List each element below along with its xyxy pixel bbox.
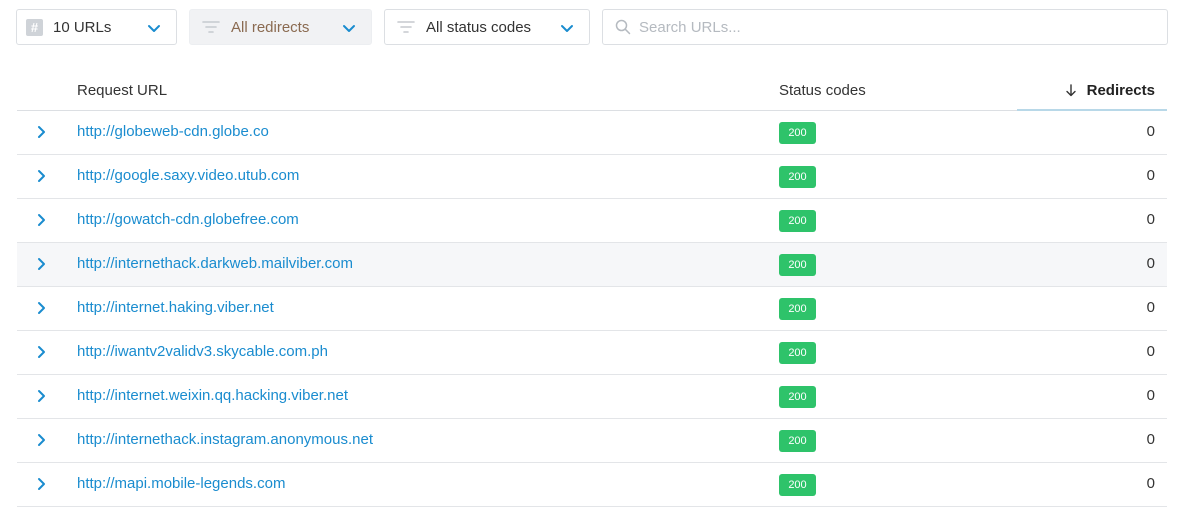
request-url-link[interactable]: http://google.saxy.video.utub.com (77, 167, 299, 184)
redirects-filter-select[interactable]: All redirects (189, 9, 372, 45)
status-code-badge: 200 (779, 298, 816, 320)
status-code-badge: 200 (779, 386, 816, 408)
table-row[interactable]: http://globeweb-cdn.globe.co 200 0 (17, 111, 1167, 155)
redirects-filter-label: All redirects (231, 18, 310, 36)
chevron-right-icon[interactable] (35, 345, 47, 359)
table-row[interactable]: http://mapi.mobile-legends.com 200 0 (17, 463, 1167, 507)
chevron-right-icon[interactable] (35, 257, 47, 271)
url-count-label: 10 URLs (53, 18, 112, 36)
request-url-link[interactable]: http://iwantv2validv3.skycable.com.ph (77, 343, 328, 360)
table-body: http://globeweb-cdn.globe.co 200 0 http://g… (17, 111, 1167, 507)
column-header-redirects[interactable]: Redirects (1065, 82, 1155, 99)
request-url-link[interactable]: http://internet.weixin.qq.hacking.viber.… (77, 387, 348, 404)
redirect-count: 0 (1146, 431, 1155, 448)
request-url-link[interactable]: http://gowatch-cdn.globefree.com (77, 211, 299, 228)
column-header-status-codes[interactable]: Status codes (779, 82, 866, 99)
status-code-badge: 200 (779, 122, 816, 144)
chevron-right-icon[interactable] (35, 169, 47, 183)
status-code-badge: 200 (779, 166, 816, 188)
redirect-count: 0 (1146, 387, 1155, 404)
redirect-count: 0 (1146, 475, 1155, 492)
table-row[interactable]: http://iwantv2validv3.skycable.com.ph 200… (17, 331, 1167, 375)
column-header-redirects-label: Redirects (1086, 82, 1155, 99)
toolbar: # 10 URLs All redirects All status codes (16, 9, 1168, 45)
status-code-badge: 200 (779, 474, 816, 496)
chevron-right-icon[interactable] (35, 125, 47, 139)
table-row[interactable]: http://gowatch-cdn.globefree.com 200 0 (17, 199, 1167, 243)
status-code-badge: 200 (779, 210, 816, 232)
redirect-count: 0 (1146, 299, 1155, 316)
request-url-link[interactable]: http://internethack.darkweb.mailviber.co… (77, 255, 353, 272)
status-filter-label: All status codes (426, 18, 532, 36)
table-row[interactable]: http://google.saxy.video.utub.com 200 0 (17, 155, 1167, 199)
redirect-count: 0 (1146, 167, 1155, 184)
search-input[interactable] (639, 18, 1139, 36)
redirect-count: 0 (1146, 123, 1155, 140)
table-row[interactable]: http://internethack.instagram.anonymous.… (17, 419, 1167, 463)
chevron-right-icon[interactable] (35, 433, 47, 447)
chevron-right-icon[interactable] (35, 213, 47, 227)
redirect-count: 0 (1146, 255, 1155, 272)
request-url-link[interactable]: http://globeweb-cdn.globe.co (77, 123, 269, 140)
redirect-count: 0 (1146, 343, 1155, 360)
chevron-down-icon (148, 25, 160, 32)
search-icon (615, 19, 631, 35)
redirect-count: 0 (1146, 211, 1155, 228)
chevron-down-icon (561, 25, 573, 32)
chevron-down-icon (343, 25, 355, 32)
request-url-link[interactable]: http://internet.haking.viber.net (77, 299, 274, 316)
column-header-request-url[interactable]: Request URL (77, 82, 167, 99)
request-url-link[interactable]: http://internethack.instagram.anonymous.… (77, 431, 373, 448)
search-box[interactable] (602, 9, 1168, 45)
urls-table: Request URL Status codes Redirects http:… (17, 68, 1167, 507)
status-code-badge: 200 (779, 342, 816, 364)
request-url-link[interactable]: http://mapi.mobile-legends.com (77, 475, 285, 492)
url-count-select[interactable]: # 10 URLs (16, 9, 177, 45)
chevron-right-icon[interactable] (35, 301, 47, 315)
table-row[interactable]: http://internethack.darkweb.mailviber.co… (17, 243, 1167, 287)
status-filter-select[interactable]: All status codes (384, 9, 590, 45)
chevron-right-icon[interactable] (35, 477, 47, 491)
status-code-badge: 200 (779, 254, 816, 276)
table-row[interactable]: http://internet.weixin.qq.hacking.viber.… (17, 375, 1167, 419)
filter-icon (202, 21, 220, 33)
filter-icon (397, 21, 415, 33)
table-row[interactable]: http://internet.haking.viber.net 200 0 (17, 287, 1167, 331)
table-header: Request URL Status codes Redirects (17, 68, 1167, 111)
chevron-right-icon[interactable] (35, 389, 47, 403)
hash-icon: # (26, 18, 43, 36)
arrow-down-icon (1065, 84, 1076, 97)
status-code-badge: 200 (779, 430, 816, 452)
